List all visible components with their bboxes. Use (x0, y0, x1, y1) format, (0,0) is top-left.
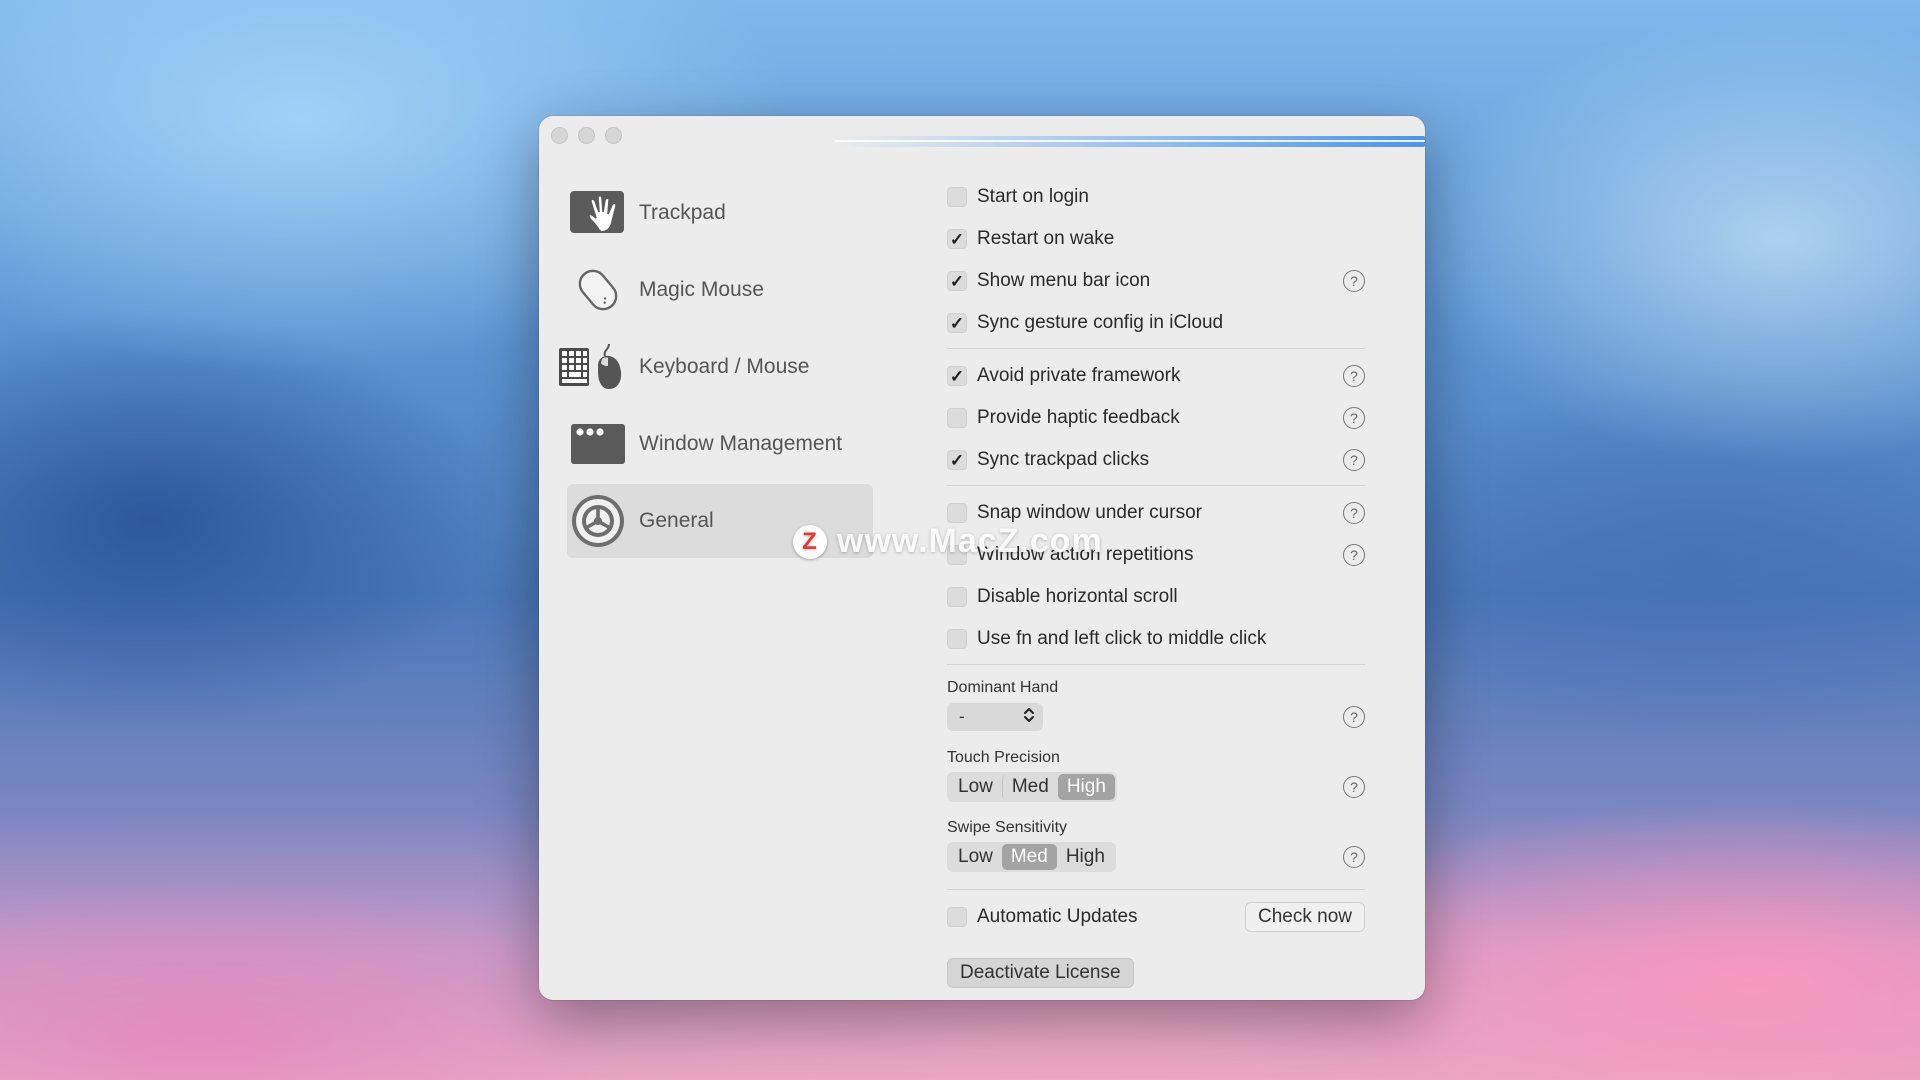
license-row: Deactivate License (947, 952, 1365, 994)
sync-gesture-config-row[interactable]: ✓ Sync gesture config in iCloud (947, 302, 1365, 344)
disable-horizontal-scroll-row[interactable]: Disable horizontal scroll (947, 576, 1365, 618)
provide-haptic-feedback-label: Provide haptic feedback (977, 407, 1180, 428)
touch-precision-label: Touch Precision (947, 749, 1060, 766)
sidebar-item-keyboard-mouse[interactable]: Keyboard / Mouse (559, 330, 873, 404)
section-divider (947, 485, 1365, 486)
restart-on-wake-label: Restart on wake (977, 228, 1115, 249)
swipe-sensitivity-segmented: Low Med High (947, 842, 1116, 872)
show-menu-bar-icon-row[interactable]: ✓ Show menu bar icon ? (947, 260, 1365, 302)
help-icon[interactable]: ? (1343, 544, 1365, 566)
keyboard-mouse-icon (557, 336, 629, 398)
sidebar-item-trackpad[interactable]: Trackpad (567, 176, 873, 250)
help-icon[interactable]: ? (1343, 365, 1365, 387)
sidebar-item-label: Window Management (639, 432, 843, 455)
titlebar-accent (835, 136, 1425, 147)
section-divider (947, 664, 1365, 665)
magic-mouse-icon (567, 259, 629, 321)
deactivate-license-button[interactable]: Deactivate License (947, 958, 1134, 988)
help-icon[interactable]: ? (1343, 502, 1365, 524)
touch-precision-segmented: Low Med High (947, 772, 1117, 802)
swipe-sensitivity-high[interactable]: High (1057, 844, 1114, 870)
help-icon[interactable]: ? (1343, 706, 1365, 728)
touch-precision-low[interactable]: Low (949, 774, 1002, 800)
dominant-hand-value: - (959, 707, 965, 726)
fn-middle-click-label: Use fn and left click to middle click (977, 628, 1267, 649)
dominant-hand-label: Dominant Hand (947, 679, 1059, 696)
start-on-login-checkbox[interactable] (947, 187, 967, 207)
snap-window-checkbox[interactable] (947, 503, 967, 523)
show-menu-bar-icon-label: Show menu bar icon (977, 270, 1151, 291)
start-on-login-row[interactable]: Start on login (947, 176, 1365, 218)
sidebar: Trackpad Magic Mouse Keyboard / Mouse Wi… (559, 176, 873, 561)
automatic-updates-label: Automatic Updates (977, 906, 1138, 927)
help-icon[interactable]: ? (1343, 407, 1365, 429)
section-divider (947, 889, 1365, 890)
sidebar-item-label: Magic Mouse (639, 278, 764, 301)
sync-trackpad-clicks-checkbox[interactable]: ✓ (947, 450, 967, 470)
touch-precision-high[interactable]: High (1057, 774, 1115, 800)
automatic-updates-checkbox[interactable] (947, 907, 967, 927)
help-icon[interactable]: ? (1343, 270, 1365, 292)
sidebar-item-magic-mouse[interactable]: Magic Mouse (567, 253, 873, 327)
avoid-private-framework-checkbox[interactable]: ✓ (947, 366, 967, 386)
gear-icon (567, 490, 629, 552)
window-management-icon (567, 413, 629, 475)
show-menu-bar-icon-checkbox[interactable]: ✓ (947, 271, 967, 291)
sidebar-item-label: Keyboard / Mouse (639, 355, 810, 378)
sync-gesture-config-label: Sync gesture config in iCloud (977, 312, 1224, 333)
automatic-updates-row[interactable]: Automatic Updates Check now (947, 896, 1365, 938)
section-divider (947, 348, 1365, 349)
sync-trackpad-clicks-row[interactable]: ✓ Sync trackpad clicks ? (947, 439, 1365, 481)
touch-precision-med[interactable]: Med (1001, 774, 1058, 800)
disable-horizontal-scroll-checkbox[interactable] (947, 587, 967, 607)
dominant-hand-select[interactable]: - (947, 703, 1043, 731)
watermark-text: www.MacZ.com (837, 522, 1103, 560)
watermark-logo-icon: Z (793, 524, 827, 559)
start-on-login-label: Start on login (977, 186, 1089, 207)
swipe-sensitivity-low[interactable]: Low (949, 844, 1002, 870)
help-icon[interactable]: ? (1343, 776, 1365, 798)
general-settings: Start on login ✓ Restart on wake ✓ Show … (947, 176, 1365, 994)
help-icon[interactable]: ? (1343, 846, 1365, 868)
fn-middle-click-checkbox[interactable] (947, 629, 967, 649)
sidebar-item-window-management[interactable]: Window Management (567, 407, 873, 481)
watermark: Z www.MacZ.com (793, 522, 1103, 561)
provide-haptic-feedback-checkbox[interactable] (947, 408, 967, 428)
sync-gesture-config-checkbox[interactable]: ✓ (947, 313, 967, 333)
restart-on-wake-checkbox[interactable]: ✓ (947, 229, 967, 249)
help-icon[interactable]: ? (1343, 449, 1365, 471)
sync-trackpad-clicks-label: Sync trackpad clicks (977, 449, 1150, 470)
trackpad-icon (567, 182, 629, 244)
fn-middle-click-row[interactable]: Use fn and left click to middle click (947, 618, 1365, 660)
provide-haptic-feedback-row[interactable]: Provide haptic feedback ? (947, 397, 1365, 439)
snap-window-label: Snap window under cursor (977, 502, 1202, 523)
swipe-sensitivity-row: Low Med High ? (947, 839, 1365, 875)
swipe-sensitivity-label: Swipe Sensitivity (947, 819, 1068, 836)
avoid-private-framework-row[interactable]: ✓ Avoid private framework ? (947, 355, 1365, 397)
disable-horizontal-scroll-label: Disable horizontal scroll (977, 586, 1178, 607)
minimize-window-button[interactable] (578, 127, 595, 144)
swipe-sensitivity-med[interactable]: Med (1001, 844, 1057, 870)
zoom-window-button[interactable] (605, 127, 622, 144)
sidebar-item-label: Trackpad (639, 201, 726, 224)
close-window-button[interactable] (551, 127, 568, 144)
touch-precision-row: Low Med High ? (947, 769, 1365, 805)
dominant-hand-row: - ? (947, 699, 1365, 735)
check-now-button[interactable]: Check now (1245, 902, 1365, 932)
window-controls (551, 127, 622, 144)
avoid-private-framework-label: Avoid private framework (977, 365, 1181, 386)
up-down-chevron-icon (1023, 706, 1035, 729)
restart-on-wake-row[interactable]: ✓ Restart on wake (947, 218, 1365, 260)
sidebar-item-label: General (639, 509, 714, 532)
